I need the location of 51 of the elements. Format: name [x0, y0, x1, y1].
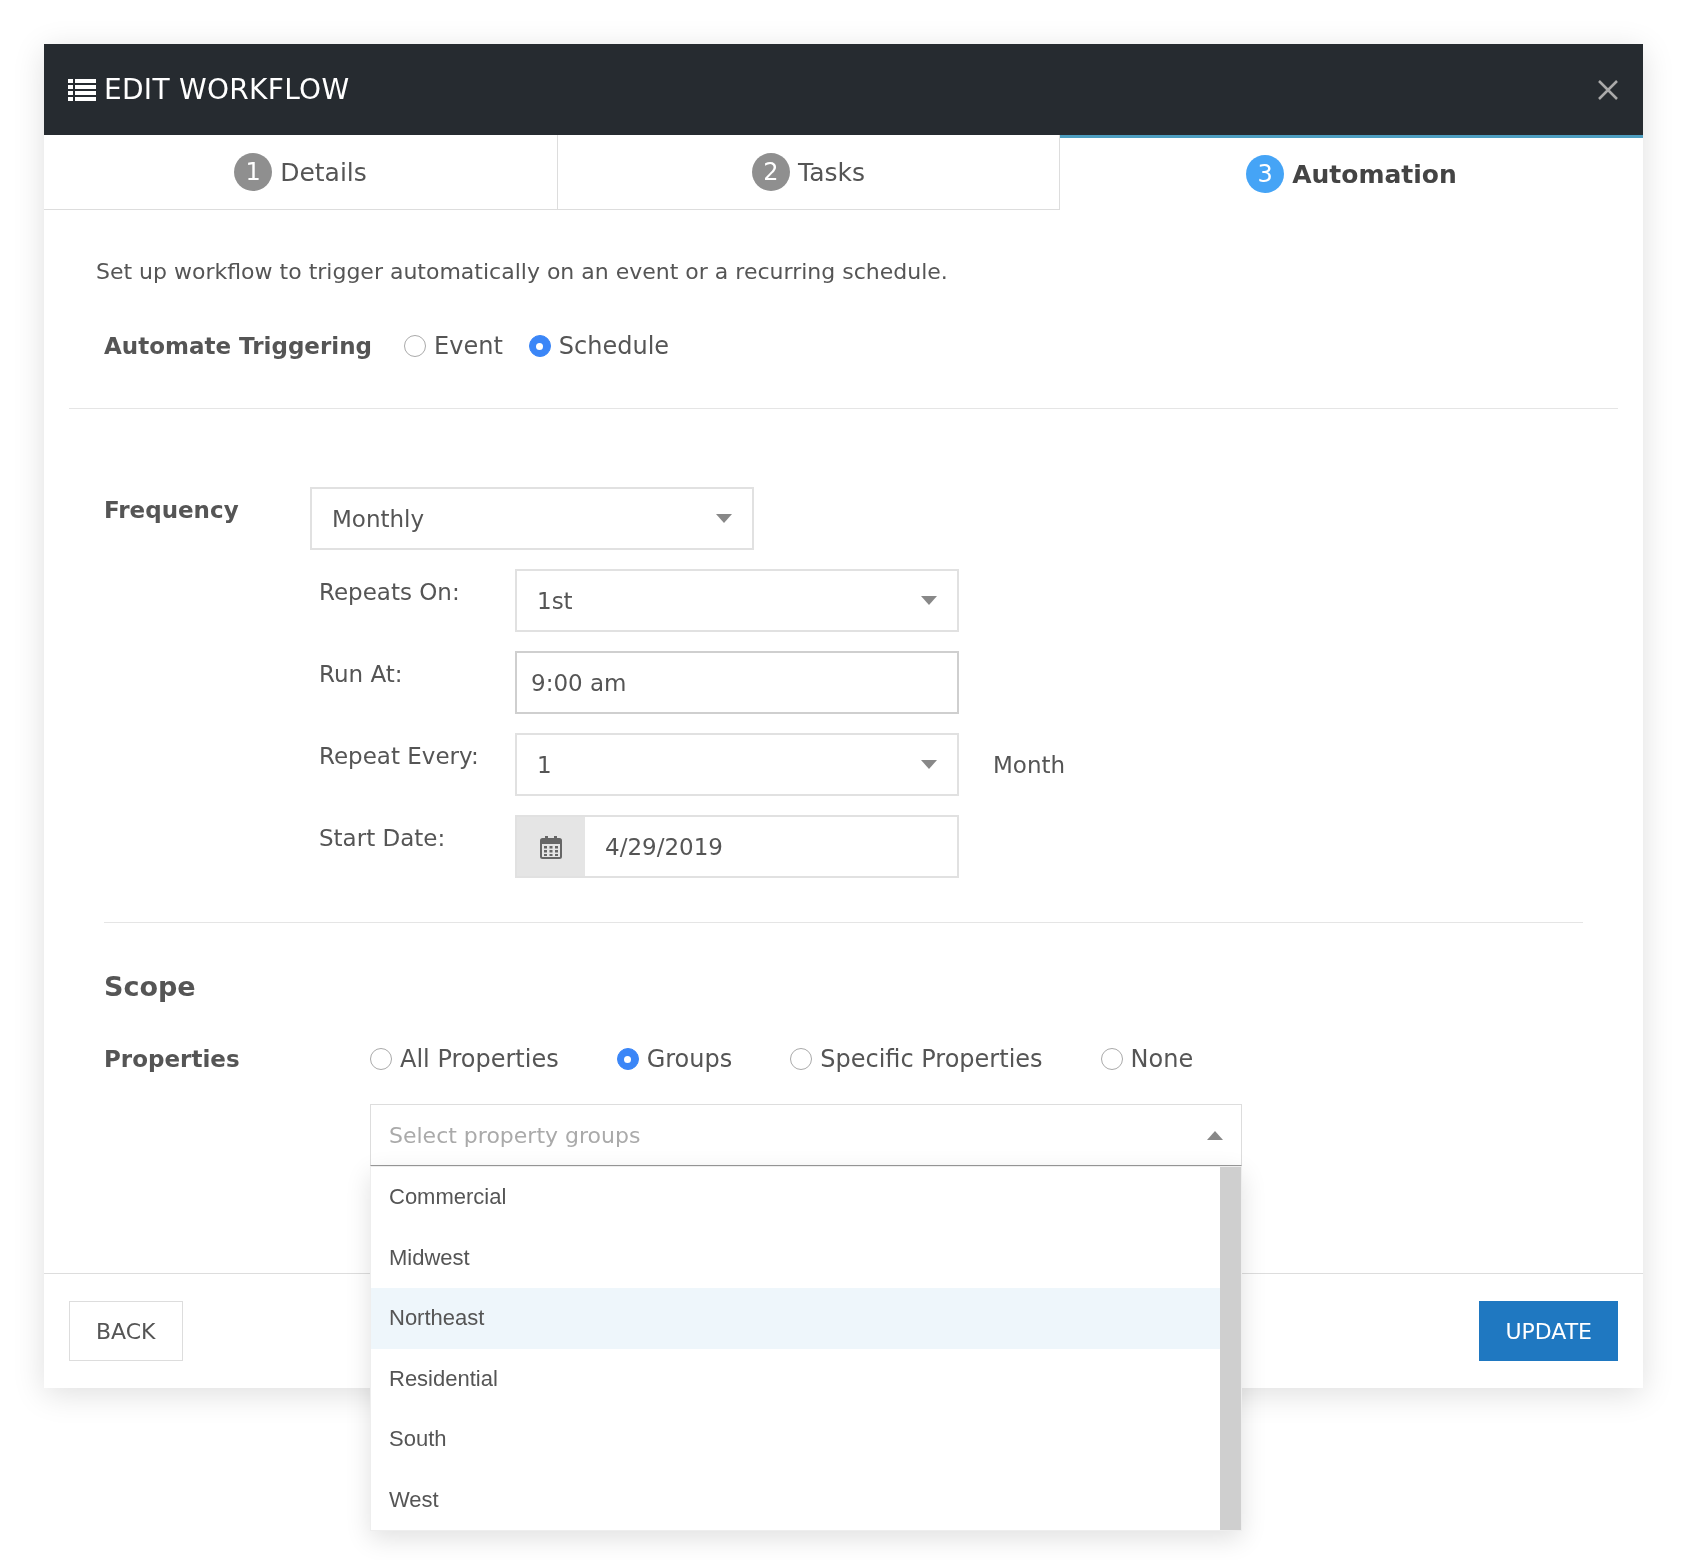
dropdown-option[interactable]: Residential — [371, 1348, 1220, 1409]
field-label: Start Date: — [319, 824, 447, 851]
radio-label: Groups — [646, 1045, 733, 1073]
radio-label: Schedule — [558, 332, 670, 360]
time-field[interactable]: 9:00 am — [515, 651, 959, 714]
section-heading: Scope — [104, 971, 197, 1002]
dropdown-option[interactable]: Commercial — [371, 1167, 1220, 1228]
field-label: Automate Triggering — [104, 333, 373, 359]
date-field[interactable]: 4/29/2019 — [515, 815, 959, 878]
step-number: 1 — [234, 153, 273, 191]
list-icon — [68, 78, 96, 101]
calendar-icon[interactable] — [540, 834, 562, 859]
step-tab[interactable]: 3 Automation — [1060, 135, 1643, 210]
step-tab[interactable]: 2 Tasks — [558, 135, 1060, 210]
radio-label: Event — [434, 332, 503, 360]
radio-button[interactable] — [1100, 1048, 1123, 1070]
dropdown-option[interactable]: South — [371, 1409, 1220, 1470]
radio-button[interactable] — [616, 1048, 639, 1070]
property-groups-input[interactable]: Select property groups — [389, 1122, 1207, 1148]
close-icon[interactable] — [1597, 78, 1619, 101]
caret-icon — [921, 596, 937, 605]
field-label: Repeat Every: — [319, 742, 480, 769]
field-label: Run At: — [319, 660, 404, 687]
radio-button[interactable] — [790, 1048, 813, 1070]
radio-label: None — [1130, 1045, 1194, 1073]
dropdown-option[interactable]: Northeast — [371, 1288, 1220, 1349]
unit-label: Month — [993, 751, 1067, 778]
field-label: Properties — [104, 1046, 241, 1072]
radio-button[interactable] — [370, 1048, 392, 1070]
dropdown-select[interactable]: 1 — [515, 733, 959, 796]
description-text: Set up workflow to trigger automatically on an event or a recurring schedule. — [96, 258, 949, 286]
radio-label: Specific Properties — [820, 1045, 1043, 1073]
radio-label: All Properties — [400, 1045, 559, 1073]
update-button[interactable]: UPDATE — [1479, 1301, 1618, 1361]
property-groups-select[interactable]: Select property groups — [370, 1104, 1242, 1166]
radio-button[interactable] — [404, 335, 427, 357]
step-tab[interactable]: 1 Details — [44, 135, 558, 210]
field-label: Repeats On: — [319, 578, 461, 605]
caret-icon — [716, 514, 732, 523]
dialog-title: EDIT WORKFLOW — [104, 73, 351, 106]
back-button[interactable]: BACK — [69, 1301, 183, 1361]
caret-icon — [921, 760, 937, 769]
field-label: Frequency — [104, 496, 240, 525]
step-number: 3 — [1246, 155, 1285, 193]
step-number: 2 — [752, 153, 790, 191]
radio-button[interactable] — [528, 335, 551, 357]
dropdown-select[interactable]: 1st — [515, 569, 959, 632]
dropdown-option[interactable]: West — [371, 1469, 1220, 1530]
scrollbar[interactable] — [1220, 1167, 1241, 1530]
dropdown-option[interactable]: Midwest — [371, 1227, 1220, 1288]
dropdown-select[interactable]: Monthly — [310, 487, 754, 550]
